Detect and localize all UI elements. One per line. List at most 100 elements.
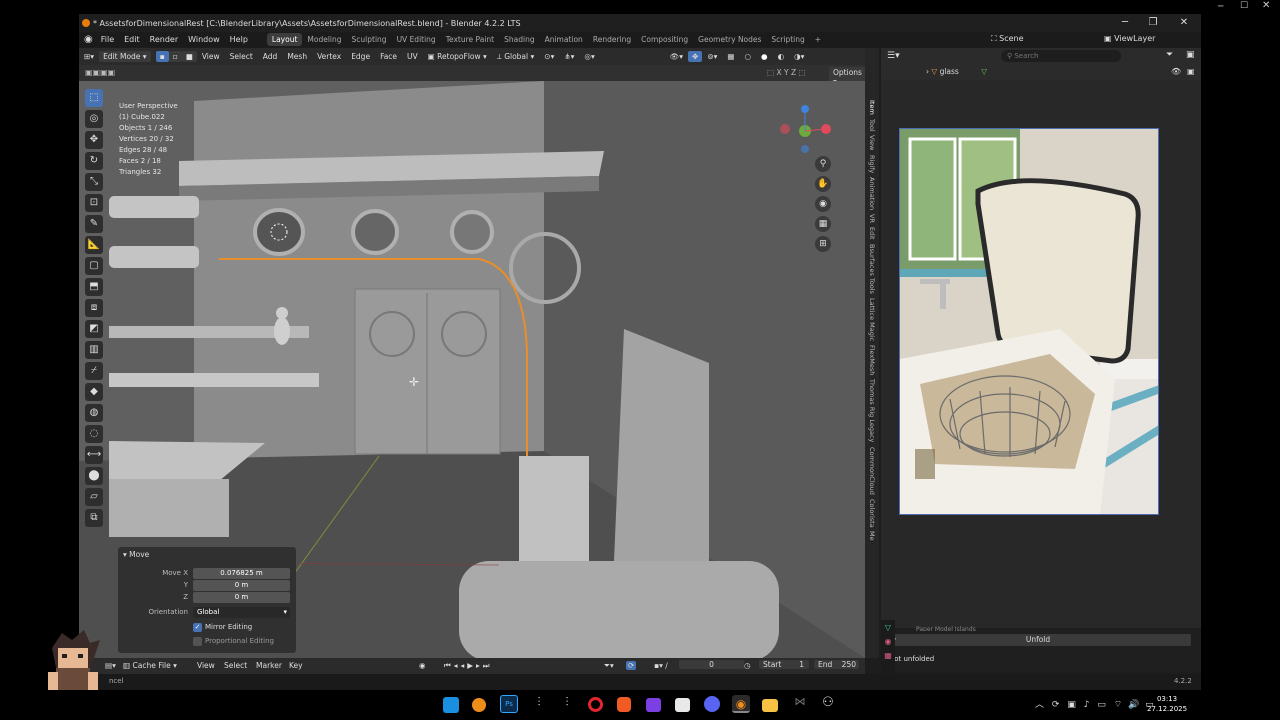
mirror-checkbox[interactable]: ✓ <box>193 623 202 632</box>
tray-app-icon[interactable]: ▣ <box>1067 700 1076 710</box>
select-mode-edge[interactable]: ▫ <box>168 51 182 62</box>
proportional-checkbox[interactable] <box>193 637 202 646</box>
visibility-icon[interactable]: 👁▾ <box>670 52 683 61</box>
menu-view[interactable]: View <box>202 52 220 61</box>
wifi-icon[interactable]: ⌔ <box>1114 700 1122 710</box>
poly-build-tool-icon[interactable]: ◆ <box>85 383 103 401</box>
knife-tool-icon[interactable]: ⌿ <box>85 362 103 380</box>
render-props-icon[interactable]: ◉ <box>881 637 895 646</box>
tab-colorista[interactable]: Colorista <box>868 499 876 528</box>
menu-edge[interactable]: Edge <box>351 52 370 61</box>
menu-render[interactable]: Render <box>150 35 178 44</box>
record-icon[interactable]: ◉ <box>419 661 426 670</box>
move-x-field[interactable]: 0.076825 m <box>193 568 290 579</box>
menu-mesh[interactable]: Mesh <box>287 52 307 61</box>
tab-shading[interactable]: Shading <box>499 33 539 46</box>
tab-edit[interactable]: Edit <box>868 227 876 240</box>
app-icon-8[interactable] <box>675 698 690 712</box>
shading-solid-icon[interactable]: ● <box>761 52 768 61</box>
edge-slide-tool-icon[interactable]: ⟷ <box>85 446 103 464</box>
tab-rigify[interactable]: Rigify <box>868 155 876 173</box>
app-icon-7[interactable] <box>646 698 661 712</box>
tab-bsurfaces[interactable]: Bsurfaces Tools <box>868 244 876 294</box>
rotate-tool-icon[interactable]: ↻ <box>85 152 103 170</box>
zoom-icon[interactable]: ⚲ <box>815 156 831 172</box>
tab-sculpting[interactable]: Sculpting <box>347 33 392 46</box>
unfold-button[interactable]: ⟳ Unfold <box>885 634 1191 646</box>
viewlayer-selector[interactable]: ▣ ViewLayer <box>1104 34 1155 43</box>
tab-vr[interactable]: VR <box>868 214 876 223</box>
tab-scripting[interactable]: Scripting <box>766 33 809 46</box>
tab-item[interactable]: Item <box>868 100 876 115</box>
shear-tool-icon[interactable]: ▱ <box>85 488 103 506</box>
outer-minimize-icon[interactable]: ─ <box>1218 2 1223 12</box>
taskbar-clock[interactable]: 03:13 27.12.2025 <box>1147 694 1187 714</box>
cursor-tool-icon[interactable]: ◎ <box>85 110 103 128</box>
menu-face[interactable]: Face <box>380 52 397 61</box>
pan-hand-icon[interactable]: ✋ <box>815 176 831 192</box>
file-explorer-icon[interactable] <box>762 699 778 712</box>
tray-mic-icon[interactable]: ♪ <box>1084 700 1090 710</box>
menu-file[interactable]: File <box>101 35 114 44</box>
photoshop-icon[interactable]: Ps <box>500 695 518 713</box>
select-mode-vertex[interactable]: ▪ <box>155 51 169 62</box>
add-workspace-icon[interactable]: + <box>810 33 826 46</box>
orientation-selector[interactable]: ⟂ Global ▾ <box>497 52 534 62</box>
tab-uv-editing[interactable]: UV Editing <box>392 33 441 46</box>
snap-icon[interactable]: ⋔▾ <box>564 52 574 61</box>
bevel-tool-icon[interactable]: ◩ <box>85 320 103 338</box>
tab-lattice-magic[interactable]: Lattice Magic <box>868 298 876 341</box>
filter-icon[interactable]: ⏷▾ <box>604 661 614 671</box>
xray-icon[interactable]: ▦ <box>727 52 734 61</box>
tab-compositing[interactable]: Compositing <box>636 33 693 46</box>
menu-uv[interactable]: UV <box>407 52 418 61</box>
brave-icon[interactable] <box>617 697 631 712</box>
current-frame-field[interactable]: 0 <box>679 660 744 669</box>
retopoflow-button[interactable]: ▣ RetopoFlow ▾ <box>428 52 487 61</box>
outliner-search[interactable]: ⚲ Search <box>1001 50 1121 62</box>
menu-window[interactable]: Window <box>188 35 220 44</box>
tab-view[interactable]: View <box>868 135 876 150</box>
timeline-menu-select[interactable]: Select <box>224 661 247 670</box>
start-field[interactable]: Start 1 <box>759 660 809 669</box>
menu-select[interactable]: Select <box>230 52 253 61</box>
menu-vertex[interactable]: Vertex <box>317 52 341 61</box>
inset-tool-icon[interactable]: ⧈ <box>85 299 103 317</box>
outliner-item-glass[interactable]: › ▽ glass ▽ <box>926 67 987 76</box>
pivot-icon[interactable]: ⊙▾ <box>544 52 554 61</box>
new-collection-icon[interactable]: ▣ <box>1186 50 1195 60</box>
filter-icon[interactable]: ⏷ <box>1166 50 1173 60</box>
scene-selector[interactable]: ⛶ Scene <box>991 34 1024 44</box>
discord-icon[interactable] <box>704 696 720 712</box>
tab-rendering[interactable]: Rendering <box>588 33 636 46</box>
quad-view-icon[interactable]: ⊞ <box>815 236 831 252</box>
tab-modeling[interactable]: Modeling <box>302 33 346 46</box>
app-icon-12[interactable]: ⋈ <box>791 695 809 713</box>
scale-tool-icon[interactable]: ⤡ <box>85 173 103 191</box>
menu-edit[interactable]: Edit <box>124 35 140 44</box>
tray-sync-icon[interactable]: ⟳ <box>1052 700 1060 710</box>
tab-animation-panel[interactable]: Animation <box>868 177 876 210</box>
rip-tool-icon[interactable]: ⧉ <box>85 509 103 527</box>
visibility-eye-icon[interactable]: 👁 <box>1171 67 1181 76</box>
move-z-field[interactable]: 0 m <box>193 592 290 603</box>
orientation-dropdown[interactable]: Global ▾ <box>193 607 290 618</box>
keying-icon[interactable]: ▪▾ ∕ <box>654 661 668 670</box>
app-icon-3[interactable]: ⫶ <box>530 695 548 713</box>
start-icon[interactable] <box>443 697 459 713</box>
outer-close-icon[interactable]: ✕ <box>1262 0 1270 11</box>
perspective-toggle-icon[interactable]: ▦ <box>815 216 831 232</box>
tab-flexmesh[interactable]: FlexMesh <box>868 345 876 375</box>
shading-rendered-icon[interactable]: ◑▾ <box>794 52 804 61</box>
close-button[interactable]: ✕ <box>1176 16 1192 30</box>
tab-thomas-rig[interactable]: Thomas Rig Legacy <box>868 379 876 442</box>
timeline-menu-key[interactable]: Key <box>289 661 303 670</box>
tab-texture-paint[interactable]: Texture Paint <box>441 33 499 46</box>
end-field[interactable]: End 250 <box>814 660 859 669</box>
gizmo-toggle-icon[interactable]: ✥ <box>688 51 703 62</box>
minimize-button[interactable]: ─ <box>1117 16 1133 30</box>
menu-help[interactable]: Help <box>230 35 248 44</box>
tab-me[interactable]: Me <box>868 531 876 541</box>
transform-tool-icon[interactable]: ⊡ <box>85 194 103 212</box>
timeline-menu-view[interactable]: View <box>197 661 215 670</box>
